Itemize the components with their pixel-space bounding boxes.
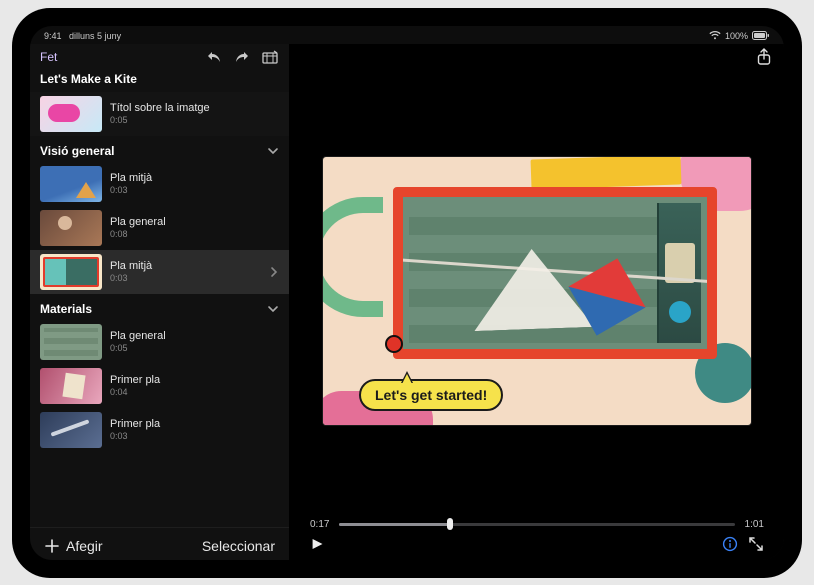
hero-thumb (40, 96, 102, 132)
clip-row[interactable]: Pla mitjà0:03 (30, 162, 289, 206)
battery-icon (752, 31, 770, 40)
clip-duration: 0:04 (110, 387, 160, 397)
add-label: Afegir (66, 538, 103, 554)
clip-duration: 0:03 (110, 273, 152, 283)
clip-label: Pla mitjà (110, 260, 152, 272)
hero-clip-label: Títol sobre la imatge (110, 102, 210, 114)
info-icon[interactable] (722, 536, 738, 552)
clip-list[interactable]: Visió generalPla mitjà0:03Pla general0:0… (30, 136, 289, 527)
clip-duration: 0:08 (110, 229, 166, 239)
clip-label: Pla general (110, 330, 166, 342)
clip-duration: 0:03 (110, 431, 160, 441)
ipad-frame: 9:41 dilluns 5 juny 100% Fet (12, 8, 802, 578)
time-total: 1:01 (745, 519, 764, 530)
chevron-down-icon (267, 303, 279, 315)
section-title: Visió general (40, 144, 114, 158)
preview-canvas[interactable]: Let's get started! (322, 156, 752, 426)
time-current: 0:17 (310, 519, 329, 530)
clip-thumb (40, 412, 102, 448)
wifi-icon (709, 31, 721, 40)
add-button[interactable]: Afegir (44, 538, 103, 554)
project-title: Let's Make a Kite (30, 68, 289, 92)
status-bar: 9:41 dilluns 5 juny 100% (30, 26, 784, 44)
status-time: 9:41 (44, 31, 62, 41)
section-header[interactable]: Materials (30, 294, 289, 320)
photo-frame (393, 187, 717, 359)
hero-clip-row[interactable]: Títol sobre la imatge 0:05 (30, 92, 289, 136)
sidebar-footer: Afegir Seleccionar (30, 527, 289, 560)
status-left: 9:41 dilluns 5 juny (44, 31, 121, 41)
decor-pin (385, 335, 403, 353)
sidebar: Fet Let's Make a Kite (30, 44, 290, 560)
storyboard-icon[interactable] (261, 48, 279, 66)
clip-label: Pla mitjà (110, 172, 152, 184)
overlay-speech-bubble: Let's get started! (359, 379, 503, 411)
clip-label: Primer pla (110, 374, 160, 386)
section-title: Materials (40, 302, 92, 316)
clip-thumb (40, 368, 102, 404)
chevron-right-icon (269, 266, 279, 278)
clip-label: Primer pla (110, 418, 160, 430)
clip-row[interactable]: Pla general0:05 (30, 320, 289, 364)
canvas-wrap: Let's get started! (290, 66, 784, 517)
sidebar-top: Fet (30, 44, 289, 68)
hero-clip-duration: 0:05 (110, 115, 210, 125)
app: Fet Let's Make a Kite (30, 44, 784, 560)
clip-row[interactable]: Primer pla0:04 (30, 364, 289, 408)
clip-thumb (40, 324, 102, 360)
play-button[interactable] (309, 537, 324, 551)
status-right: 100% (709, 31, 770, 41)
status-date: dilluns 5 juny (69, 31, 121, 41)
clip-label: Pla general (110, 216, 166, 228)
transport: 0:17 1:01 (290, 517, 784, 560)
select-button[interactable]: Seleccionar (202, 538, 275, 554)
section-header[interactable]: Visió general (30, 136, 289, 162)
status-battery: 100% (725, 31, 748, 41)
plus-icon (44, 538, 60, 554)
decor-tape (531, 156, 682, 190)
decor-squiggle (322, 197, 383, 317)
clip-row[interactable]: Pla general0:08 (30, 206, 289, 250)
fullscreen-icon[interactable] (748, 536, 764, 552)
screen: 9:41 dilluns 5 juny 100% Fet (30, 26, 784, 560)
clip-thumb (40, 166, 102, 202)
clip-thumb (40, 254, 102, 290)
undo-icon[interactable] (205, 48, 223, 66)
clip-duration: 0:05 (110, 343, 166, 353)
clip-thumb (40, 210, 102, 246)
scrubber[interactable] (339, 523, 734, 526)
done-button[interactable]: Fet (40, 50, 57, 64)
clip-row[interactable]: Pla mitjà0:03 (30, 250, 289, 294)
clip-duration: 0:03 (110, 185, 152, 195)
chevron-down-icon (267, 145, 279, 157)
viewer: Let's get started! 0:17 1:01 (290, 44, 784, 560)
clip-row[interactable]: Primer pla0:03 (30, 408, 289, 452)
redo-icon[interactable] (233, 48, 251, 66)
share-icon[interactable] (756, 48, 772, 66)
